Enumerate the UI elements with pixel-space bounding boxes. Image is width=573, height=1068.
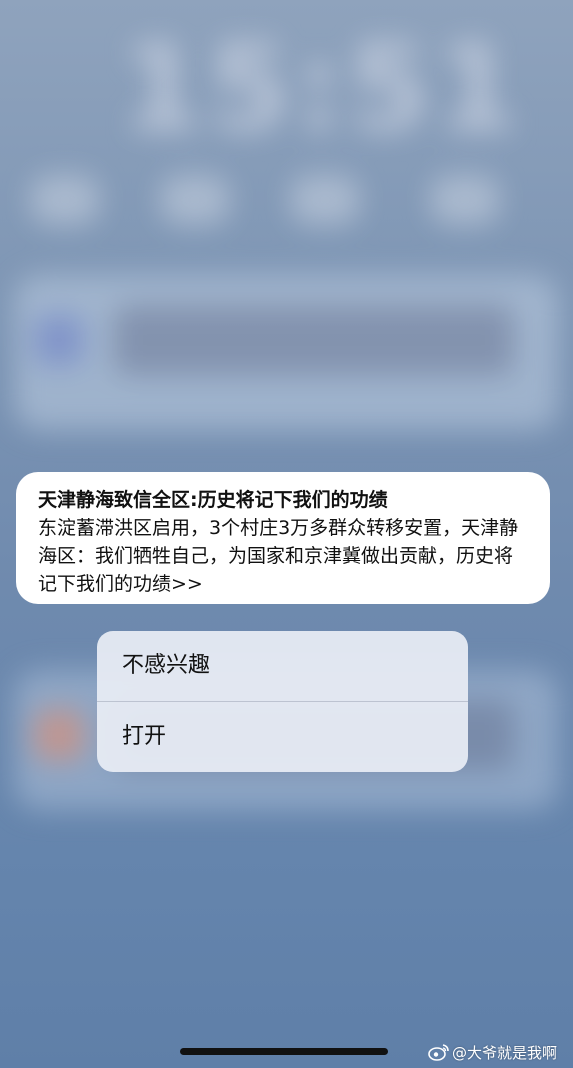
menu-item-not-interested[interactable]: 不感兴趣 xyxy=(97,631,468,701)
notification-card[interactable]: 天津静海致信全区:历史将记下我们的功绩 东淀蓄滞洪区启用，3个村庄3万多群众转移… xyxy=(16,472,550,604)
notification-body: 东淀蓄滞洪区启用，3个村庄3万多群众转移安置，天津静海区：我们牺牲自己，为国家和… xyxy=(38,517,519,595)
home-indicator[interactable] xyxy=(180,1048,388,1055)
menu-item-label: 不感兴趣 xyxy=(122,653,211,678)
watermark-text: @大爷就是我啊 xyxy=(452,1043,558,1062)
lock-screen-clock: 15:51 xyxy=(120,20,522,159)
menu-item-label: 打开 xyxy=(122,724,167,749)
weibo-icon xyxy=(428,1044,449,1061)
lock-screen-widgets xyxy=(10,165,563,245)
notification-context-menu: 不感兴趣 打开 xyxy=(97,631,468,772)
menu-item-open[interactable]: 打开 xyxy=(97,702,468,772)
notification-title: 天津静海致信全区:历史将记下我们的功绩 xyxy=(38,489,388,511)
watermark: @大爷就是我啊 xyxy=(428,1040,557,1064)
background-notification-card xyxy=(14,275,559,430)
